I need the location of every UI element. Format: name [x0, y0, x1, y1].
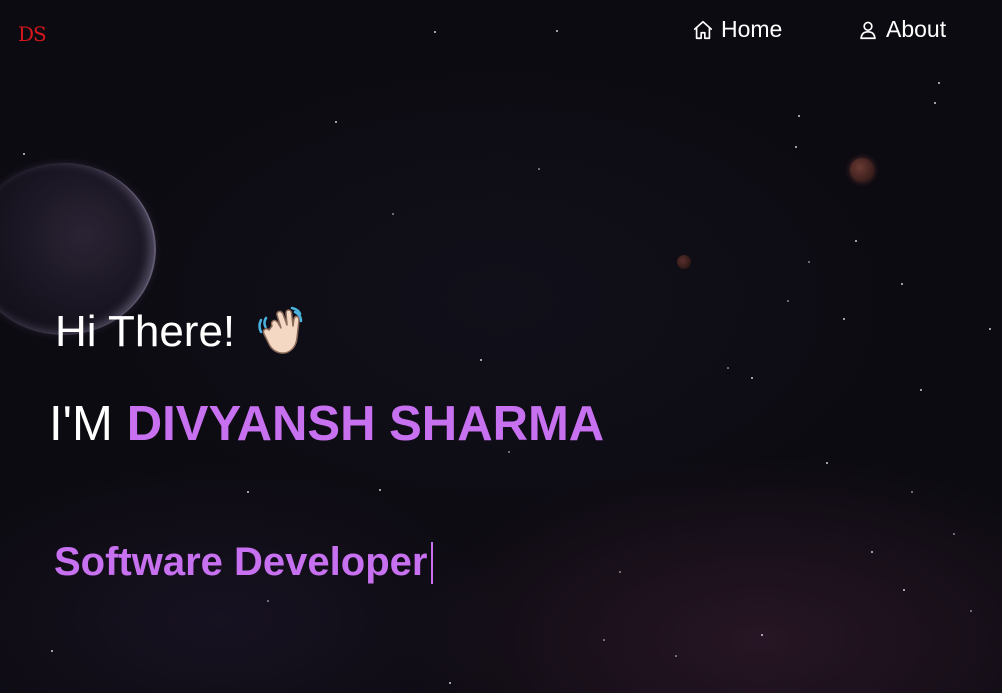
- typing-cursor: [431, 541, 434, 584]
- star: [727, 367, 729, 369]
- star: [51, 650, 53, 652]
- waving-hand-icon: [255, 306, 307, 358]
- star: [901, 283, 903, 285]
- star: [787, 300, 789, 302]
- star: [911, 491, 913, 493]
- star: [603, 639, 605, 641]
- star: [920, 389, 922, 391]
- star: [798, 115, 800, 117]
- star: [989, 328, 991, 330]
- home-icon: [692, 19, 714, 41]
- star: [247, 491, 249, 493]
- typed-role-text: Software Developer: [54, 540, 428, 584]
- greeting-text: Hi There!: [55, 307, 236, 356]
- distant-planet-illustration: [677, 255, 691, 269]
- star: [970, 610, 972, 612]
- nav-about-label: About: [886, 16, 947, 42]
- nav-about-link[interactable]: About: [857, 16, 946, 43]
- star: [335, 121, 337, 123]
- star: [871, 551, 873, 553]
- typewriter-role: Software Developer: [54, 540, 434, 585]
- star: [903, 589, 905, 591]
- intro-prefix: I'M: [49, 397, 113, 451]
- nav-home-link[interactable]: Home: [692, 16, 782, 43]
- star: [953, 533, 955, 535]
- star: [855, 240, 857, 242]
- user-icon: [857, 19, 879, 41]
- star: [938, 82, 940, 84]
- star: [619, 571, 621, 573]
- star: [480, 359, 482, 361]
- star: [267, 600, 269, 602]
- logo[interactable]: DS: [18, 22, 47, 46]
- star: [449, 682, 451, 684]
- star: [826, 462, 828, 464]
- star: [751, 377, 753, 379]
- nav-home-label: Home: [721, 16, 783, 42]
- star: [23, 153, 25, 155]
- distant-planet-illustration: [850, 158, 874, 182]
- star: [379, 489, 381, 491]
- star: [808, 261, 810, 263]
- star: [761, 634, 763, 636]
- star: [434, 31, 436, 33]
- star: [934, 102, 936, 104]
- star: [795, 146, 797, 148]
- star: [675, 655, 677, 657]
- hero-greeting: Hi There!: [55, 306, 307, 358]
- star: [843, 318, 845, 320]
- star: [556, 30, 558, 32]
- star: [392, 213, 394, 215]
- star: [538, 168, 540, 170]
- hero-intro: I'M DIVYANSH SHARMA: [49, 396, 604, 452]
- hero-name: DIVYANSH SHARMA: [126, 397, 605, 451]
